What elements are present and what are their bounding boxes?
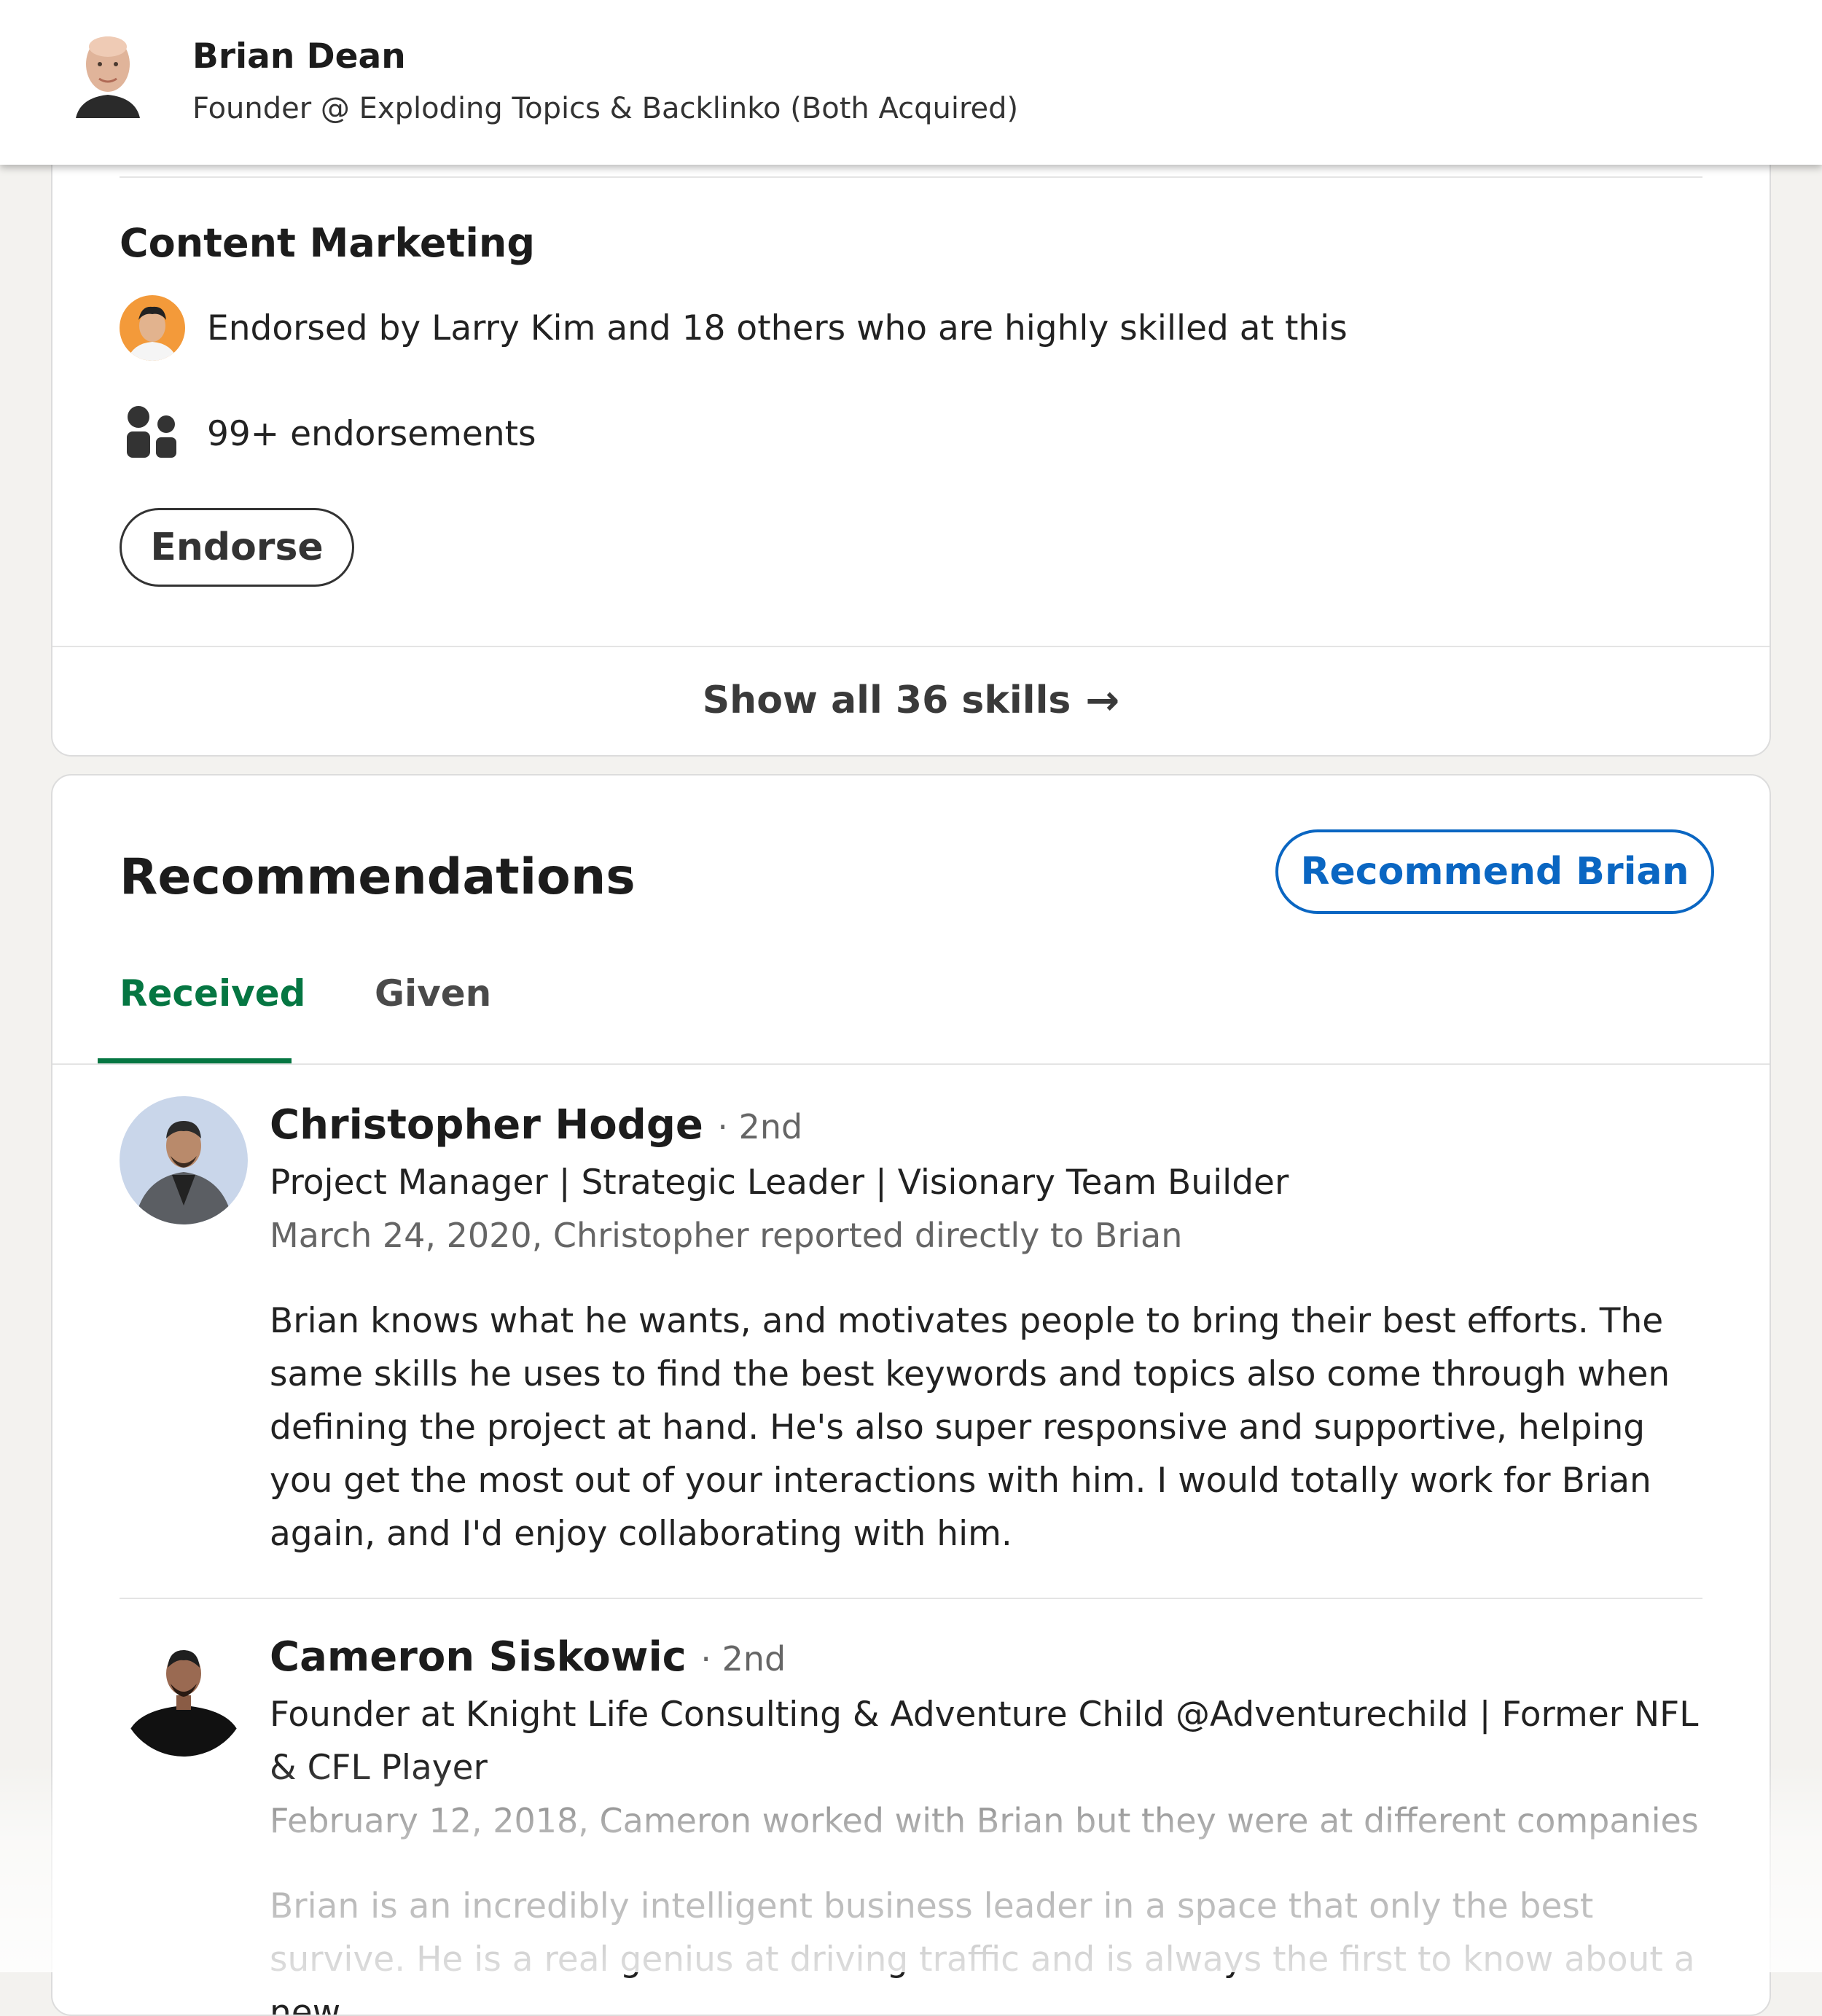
recommendations-card: Recommendations Recommend Brian Received… bbox=[51, 774, 1771, 2016]
endorsement-count[interactable]: 99+ endorsements bbox=[207, 414, 536, 454]
people-icon bbox=[127, 406, 176, 458]
recommend-button[interactable]: Recommend Brian bbox=[1275, 829, 1714, 914]
skill-name[interactable]: Content Marketing bbox=[120, 220, 535, 266]
endorsed-by-text[interactable]: Endorsed by Larry Kim and 18 others who … bbox=[207, 308, 1348, 348]
profile-headline: Founder @ Exploding Topics & Backlinko (… bbox=[192, 92, 1019, 125]
arrow-right-icon: → bbox=[1085, 676, 1120, 724]
recommender-name-line: Cameron Siskowic · 2nd bbox=[270, 1628, 1702, 1688]
endorsement-count-row: 99+ endorsements bbox=[120, 401, 536, 466]
recommender-name[interactable]: Cameron Siskowic bbox=[270, 1633, 687, 1681]
divider bbox=[120, 1598, 1702, 1599]
recommender-headline: Founder at Knight Life Consulting & Adve… bbox=[270, 1695, 1699, 1788]
profile-name: Brian Dean bbox=[192, 36, 406, 77]
recommendation-meta: February 12, 2018, Cameron worked with B… bbox=[270, 1801, 1699, 1840]
endorser-row: Endorsed by Larry Kim and 18 others who … bbox=[120, 294, 1348, 362]
recommendation-text: Brian knows what he wants, and motivates… bbox=[270, 1301, 1670, 1554]
endorser-avatar[interactable] bbox=[120, 295, 185, 361]
recommendation-text: Brian is an incredibly intelligent busin… bbox=[270, 1886, 1695, 2016]
divider bbox=[52, 1063, 1770, 1065]
recommender-name-line: Christopher Hodge · 2nd bbox=[270, 1096, 1702, 1156]
recommender-name[interactable]: Christopher Hodge bbox=[270, 1101, 703, 1149]
person-photo-icon bbox=[120, 295, 185, 361]
tab-received[interactable]: Received bbox=[120, 972, 305, 1015]
person-photo-icon bbox=[120, 1096, 248, 1224]
recommender-avatar[interactable] bbox=[120, 1628, 248, 1757]
profile-sticky-header: Brian Dean Founder @ Exploding Topics & … bbox=[0, 0, 1822, 165]
skills-card: Content Marketing Endorsed by Larry Kim … bbox=[51, 87, 1771, 757]
recommendation-body: Cameron Siskowic · 2nd Founder at Knight… bbox=[270, 1628, 1702, 2016]
divider bbox=[120, 176, 1702, 178]
profile-avatar[interactable] bbox=[70, 28, 146, 118]
connection-degree: · 2nd bbox=[717, 1107, 803, 1146]
recommendations-title: Recommendations bbox=[120, 848, 636, 906]
active-tab-indicator bbox=[98, 1058, 292, 1063]
recommender-avatar[interactable] bbox=[120, 1096, 248, 1224]
recommendation-body: Christopher Hodge · 2nd Project Manager … bbox=[270, 1096, 1702, 1560]
show-all-skills-label: Show all 36 skills bbox=[702, 679, 1071, 722]
recommendation-meta: March 24, 2020, Christopher reported dir… bbox=[270, 1216, 1183, 1255]
person-photo-icon bbox=[70, 28, 146, 118]
tab-given[interactable]: Given bbox=[375, 972, 491, 1015]
person-photo-icon bbox=[120, 1628, 248, 1757]
show-all-skills-link[interactable]: Show all 36 skills → bbox=[52, 647, 1770, 754]
endorse-button[interactable]: Endorse bbox=[120, 508, 354, 587]
recommender-headline: Project Manager | Strategic Leader | Vis… bbox=[270, 1163, 1289, 1203]
connection-degree: · 2nd bbox=[700, 1639, 786, 1679]
